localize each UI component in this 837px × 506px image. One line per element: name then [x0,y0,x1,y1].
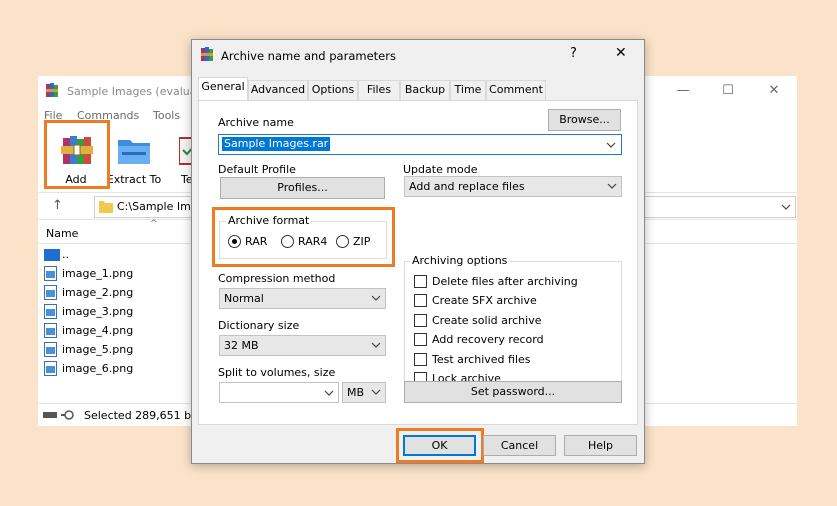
archive-name-value: Sample Images.rar [222,137,331,151]
compression-method-value: Normal [224,292,264,305]
split-unit-value: MB [347,386,365,399]
close-icon[interactable]: ✕ [615,45,627,61]
close-icon[interactable]: ✕ [764,82,784,100]
update-mode-select[interactable]: Add and replace files [404,176,622,197]
checkbox-icon [414,294,427,307]
split-size-combo[interactable] [219,382,339,403]
sort-asc-icon: ^ [150,219,158,229]
update-mode-label: Update mode [403,163,478,176]
chevron-down-icon [371,339,381,351]
name-column-header[interactable]: Name [46,227,78,240]
tab-files[interactable]: Files [358,80,400,100]
winrar-app-icon [46,83,61,98]
image-file-icon [44,266,57,281]
path-text: C:\Sample Ima [117,200,198,213]
chevron-down-icon [371,386,381,398]
browse-button[interactable]: Browse... [548,109,621,131]
folder-icon [99,200,113,213]
checkbox-icon [414,333,427,346]
create-solid-checkbox[interactable]: Create solid archive [414,313,614,329]
tab-general[interactable]: General [198,77,248,100]
create-sfx-checkbox[interactable]: Create SFX archive [414,293,614,309]
help-button[interactable]: Help [564,435,637,456]
minimize-icon[interactable]: — [673,82,693,100]
list-item[interactable]: image_4.png [44,321,204,340]
dictionary-size-label: Dictionary size [218,319,300,332]
ok-button-highlight [396,428,484,463]
extract-to-label: Extract To [106,173,162,186]
chevron-down-icon[interactable] [781,202,791,212]
checkbox-icon [414,275,427,288]
image-file-icon [44,361,57,376]
list-item[interactable]: image_3.png [44,302,204,321]
delete-files-checkbox[interactable]: Delete files after archiving [414,274,614,290]
tab-backup[interactable]: Backup [400,80,450,100]
checkbox-icon [414,353,427,366]
tab-comment[interactable]: Comment [486,80,546,100]
dialog-title: Archive name and parameters [221,49,396,63]
archive-name-label: Archive name [218,116,294,129]
tab-options[interactable]: Options [308,80,358,100]
chevron-down-icon[interactable] [324,387,334,399]
split-volumes-label: Split to volumes, size [218,366,336,379]
cancel-button[interactable]: Cancel [483,435,556,456]
help-icon[interactable]: ? [570,46,577,61]
status-text: Selected 289,651 byt [84,409,202,422]
list-item[interactable]: image_1.png [44,264,204,283]
test-archived-checkbox[interactable]: Test archived files [414,352,614,368]
list-item[interactable]: .. [44,245,204,264]
set-password-button[interactable]: Set password... [404,381,622,403]
archive-name-combo[interactable]: Sample Images.rar [218,134,622,155]
drive-icon [43,410,79,420]
archiving-options-label: Archiving options [410,254,510,267]
split-unit-select[interactable]: MB [342,382,386,403]
general-tab-panel: Archive name Browse... Sample Images.rar… [198,100,638,425]
image-file-icon [44,323,57,338]
profiles-button[interactable]: Profiles... [220,177,385,199]
default-profile-label: Default Profile [218,163,296,176]
winrar-dialog-icon [201,47,216,62]
checkbox-icon [414,314,427,327]
update-mode-value: Add and replace files [409,180,525,193]
menu-tools[interactable]: Tools [153,109,180,122]
archive-parameters-dialog: Archive name and parameters ? ✕ General … [191,39,645,464]
add-recovery-checkbox[interactable]: Add recovery record [414,332,614,348]
archive-format-highlight [212,207,395,267]
add-button-highlight [44,120,110,189]
compression-method-label: Compression method [218,272,336,285]
chevron-down-icon[interactable] [606,140,616,150]
chevron-down-icon [371,292,381,304]
tab-advanced[interactable]: Advanced [248,80,308,100]
tab-time[interactable]: Time [450,80,486,100]
parent-folder-icon [44,249,60,261]
image-file-icon [44,342,57,357]
window-title: Sample Images (evaluat [67,85,201,98]
maximize-icon[interactable]: ☐ [718,82,738,100]
list-item[interactable]: image_2.png [44,283,204,302]
list-item[interactable]: image_5.png [44,340,204,359]
dictionary-size-select[interactable]: 32 MB [219,335,386,356]
compression-method-select[interactable]: Normal [219,288,386,309]
extract-to-button[interactable]: Extract To [102,130,166,188]
chevron-down-icon [607,180,617,192]
folder-extract-icon [116,136,152,166]
dictionary-size-value: 32 MB [224,339,259,352]
list-item[interactable]: image_6.png [44,359,204,378]
up-arrow-icon[interactable]: ↑ [52,198,63,213]
image-file-icon [44,285,57,300]
image-file-icon [44,304,57,319]
